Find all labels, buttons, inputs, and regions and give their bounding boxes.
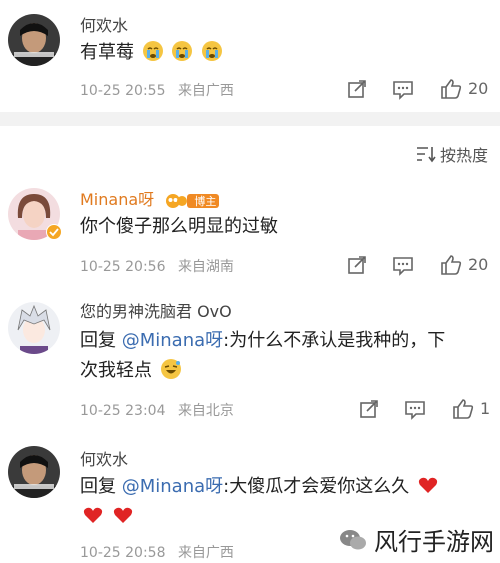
sort-toggle[interactable]: 按热度 bbox=[416, 142, 488, 166]
comment-body: 有草莓 bbox=[80, 42, 134, 63]
avatar[interactable] bbox=[8, 446, 60, 498]
like-icon[interactable] bbox=[452, 398, 474, 420]
mention-link[interactable]: @Minana呀 bbox=[122, 330, 223, 351]
comment-line-1: 回复 @Minana呀:为什么不承认是我种的，下 bbox=[80, 326, 480, 356]
share-icon[interactable] bbox=[346, 78, 368, 100]
comment-body: :大傻瓜才会爱你这么久 bbox=[223, 476, 410, 497]
comment-author[interactable]: 何欢水 bbox=[80, 446, 128, 470]
comment-meta: 10-25 20:56 来自湖南 bbox=[80, 256, 234, 276]
avatar[interactable] bbox=[8, 302, 60, 354]
reply-prefix: 回复 bbox=[80, 330, 122, 351]
comment-time: 10-25 23:04 bbox=[80, 403, 166, 419]
comment-text: 回复 @Minana呀:为什么不承认是我种的，下 次我轻点 bbox=[80, 326, 480, 386]
crying-face-icon bbox=[202, 41, 223, 61]
comment-time: 10-25 20:56 bbox=[80, 259, 166, 275]
comment-time: 10-25 20:55 bbox=[80, 83, 166, 99]
sort-icon bbox=[416, 147, 436, 163]
comment-meta: 10-25 20:55 来自广西 bbox=[80, 80, 234, 100]
watermark: 风行手游网 bbox=[338, 522, 494, 557]
share-icon[interactable] bbox=[358, 398, 380, 420]
share-icon[interactable] bbox=[346, 254, 368, 276]
like-count: 1 bbox=[480, 399, 491, 418]
crying-face-icon bbox=[142, 41, 163, 61]
reply-prefix: 回复 bbox=[80, 476, 122, 497]
comment-icon[interactable] bbox=[392, 78, 414, 100]
comment-text: 你个傻子那么明显的过敏 bbox=[80, 216, 278, 237]
like-count: 20 bbox=[468, 255, 489, 274]
like-count: 20 bbox=[468, 79, 489, 98]
comment-body-2: 次我轻点 bbox=[80, 360, 152, 381]
comment-location: 来自广西 bbox=[177, 545, 234, 561]
comment-text: 有草莓 bbox=[80, 38, 480, 68]
comment-icon[interactable] bbox=[392, 254, 414, 276]
comment-meta: 10-25 23:04 来自北京 bbox=[80, 400, 234, 420]
author-name[interactable]: Minana呀 bbox=[80, 190, 154, 209]
comment-author: Minana呀 博主 bbox=[80, 186, 246, 210]
laughing-face-icon bbox=[160, 359, 181, 379]
comment-icon[interactable] bbox=[404, 398, 426, 420]
verified-icon bbox=[46, 224, 62, 240]
blogger-badge: 博主 bbox=[165, 191, 246, 211]
comment-author[interactable]: 您的男神洗脑君 OvO bbox=[80, 298, 232, 322]
comment-body: :为什么不承认是我种的，下 bbox=[223, 330, 446, 351]
like-icon[interactable] bbox=[440, 254, 462, 276]
crying-face-icon bbox=[172, 41, 193, 61]
watermark-text: 风行手游网 bbox=[374, 528, 494, 556]
comment-line-2: 次我轻点 bbox=[80, 356, 480, 386]
section-divider bbox=[0, 112, 500, 126]
comment-line-1: 回复 @Minana呀:大傻瓜才会爱你这么久 bbox=[80, 472, 480, 502]
comment-author[interactable]: 何欢水 bbox=[80, 12, 128, 36]
heart-icon bbox=[113, 507, 132, 523]
heart-icon bbox=[418, 477, 438, 493]
badge-label: 博主 bbox=[194, 194, 217, 208]
comment-time: 10-25 20:58 bbox=[80, 545, 166, 561]
heart-icon bbox=[83, 507, 103, 523]
wechat-logo-icon bbox=[340, 529, 366, 549]
comment-meta: 10-25 20:58 来自广西 bbox=[80, 542, 234, 562]
mention-link[interactable]: @Minana呀 bbox=[122, 476, 223, 497]
avatar[interactable] bbox=[8, 14, 60, 66]
comment-location: 来自北京 bbox=[177, 403, 234, 419]
like-icon[interactable] bbox=[440, 78, 462, 100]
comment-location: 来自湖南 bbox=[177, 259, 234, 275]
sort-label: 按热度 bbox=[439, 146, 488, 165]
comment-location: 来自广西 bbox=[177, 83, 234, 99]
